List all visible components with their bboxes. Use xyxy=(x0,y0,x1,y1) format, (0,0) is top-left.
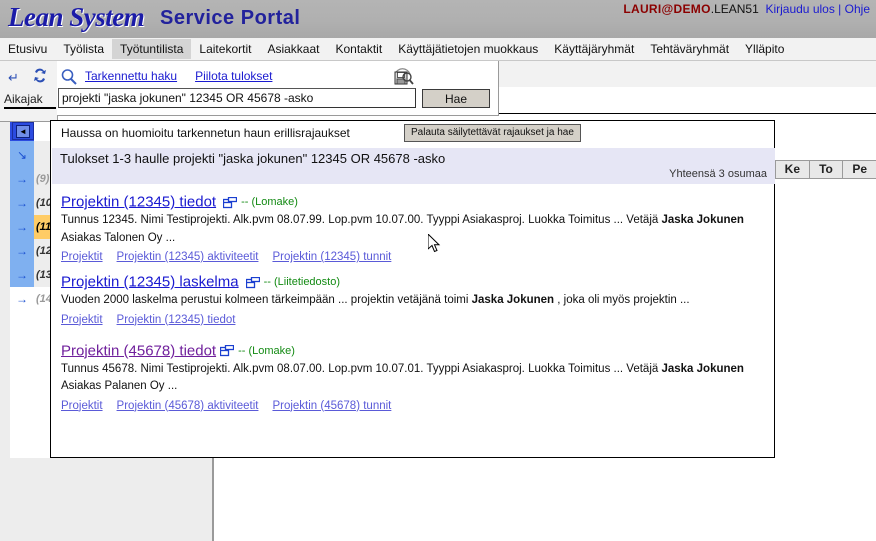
calendar-arrow-row-3[interactable]: → xyxy=(10,215,34,239)
card-window-icon xyxy=(222,196,238,208)
card-window-icon xyxy=(245,276,260,288)
day-header-to[interactable]: To xyxy=(808,160,843,179)
link-separator: | xyxy=(838,2,842,16)
result-snippet-highlight: Jaska Jokunen xyxy=(661,214,744,226)
save-search-icon[interactable] xyxy=(392,64,414,86)
help-link[interactable]: Ohje xyxy=(845,2,870,16)
result-links: Projektit Projektin (12345) tiedot xyxy=(61,314,774,326)
search-input[interactable] xyxy=(58,88,416,108)
advanced-search-link[interactable]: Tarkennettu haku xyxy=(85,69,177,83)
calendar-arrow-row-6[interactable]: → xyxy=(10,287,34,311)
collapse-left-glyph: ◄ xyxy=(16,125,30,138)
nav-item-tehtavaryhmat[interactable]: Tehtäväryhmät xyxy=(642,39,737,59)
result-item: Projektin (12345) tiedot -- (Lomake) Tunn… xyxy=(51,187,774,267)
calendar-arrow-row-1[interactable]: → xyxy=(10,167,34,191)
nav-item-yllapito[interactable]: Ylläpito xyxy=(737,39,792,59)
calendar-collapse-bar[interactable]: ◄ xyxy=(10,120,34,141)
app-title: Service Portal xyxy=(160,7,301,29)
result-snippet-line2: Asiakas Palanen Oy ... xyxy=(61,380,178,393)
result-snippet-line2: Asiakas Talonen Oy ... xyxy=(61,231,176,244)
popup-hint-text: Haussa on huomioitu tarkennetun haun eri… xyxy=(61,126,350,140)
results-summary-bar: Tulokset 1-3 haulle projekti "jaska joku… xyxy=(52,148,775,184)
refresh-icon[interactable] xyxy=(32,68,48,86)
popup-hint-row: Haussa on huomioitu tarkennetun haun eri… xyxy=(51,121,774,145)
nav-item-kayttajatietojen-muokkaus[interactable]: Käyttäjätietojen muokkaus xyxy=(390,39,546,59)
result-snippet-highlight: Jaska Jokunen xyxy=(661,362,744,375)
result-title-link[interactable]: Projektin (12345) laskelma xyxy=(61,273,239,290)
bottom-left-panel xyxy=(0,458,214,541)
user-session-bar: LAURI@DEMO.LEAN51 Kirjaudu ulos | Ohje xyxy=(623,2,870,16)
save-search-glyph xyxy=(394,68,414,85)
nav-item-asiakkaat[interactable]: Asiakkaat xyxy=(259,39,327,59)
result-snippet-pre: Vuoden 2000 laskelma perustui kolmeen tä… xyxy=(61,294,472,307)
nav-item-etusivu[interactable]: Etusivu xyxy=(0,39,55,59)
user-domain: .LEAN51 xyxy=(710,2,759,16)
nav-item-tyolista[interactable]: Työlista xyxy=(55,39,112,59)
total-hits-text: Yhteensä 3 osumaa xyxy=(669,168,767,180)
result-link-projektit[interactable]: Projektit xyxy=(61,314,103,326)
nav-item-tyotuntilista[interactable]: Työtuntilista xyxy=(112,39,192,59)
refresh-glyph xyxy=(34,68,46,83)
result-link-tunnit[interactable]: Projektin (12345) tunnit xyxy=(272,251,391,263)
calendar-arrow-row-5[interactable]: → xyxy=(10,263,34,287)
result-title-link[interactable]: Projektin (12345) tiedot xyxy=(61,193,216,210)
day-header-row: Ke To Pe xyxy=(775,160,876,179)
result-link-tiedot[interactable]: Projektin (12345) tiedot xyxy=(117,314,236,326)
search-results-popup: Haussa on huomioitu tarkennetun haun eri… xyxy=(50,120,775,458)
result-links: Projektit Projektin (12345) aktiviteetit P… xyxy=(61,251,774,263)
sidebar-background-upper xyxy=(0,121,10,287)
search-submit-button[interactable]: Hae xyxy=(422,89,490,108)
result-links: Projektit Projektin (45678) aktiviteetit P… xyxy=(61,400,774,412)
result-snippet: Tunnus 45678. Nimi Testiprojekti. Alk.pv… xyxy=(61,362,774,378)
results-summary-text: Tulokset 1-3 haulle projekti "jaska joku… xyxy=(60,151,446,166)
result-link-projektit[interactable]: Projektit xyxy=(61,251,103,263)
result-item: Projektin (45678) tiedot -- (Lomake) Tunn… xyxy=(51,330,774,416)
result-type-label: -- (Liitetiedosto) xyxy=(263,275,341,288)
result-title-link[interactable]: Projektin (45678) tiedot xyxy=(61,342,216,359)
result-item: Projektin (12345) laskelma -- (Liitetiedo… xyxy=(51,267,774,330)
result-snippet-pre: Tunnus 12345. Nimi Testiprojekti. Alk.pv… xyxy=(61,214,662,226)
logout-link[interactable]: Kirjaudu ulos xyxy=(765,2,834,16)
result-link-tunnit[interactable]: Projektin (45678) tunnit xyxy=(272,400,391,412)
result-snippet-highlight: Jaska Jokunen xyxy=(471,294,555,307)
result-snippet-pre: Tunnus 45678. Nimi Testiprojekti. Alk.pv… xyxy=(61,362,662,375)
card-window-icon xyxy=(219,344,235,357)
day-header-pe[interactable]: Pe xyxy=(842,160,876,179)
day-header-ke[interactable]: Ke xyxy=(775,160,809,179)
mouse-cursor xyxy=(427,232,442,254)
nav-item-laitekortit[interactable]: Laitekortit xyxy=(191,39,259,59)
search-icon xyxy=(60,68,78,86)
hide-results-link[interactable]: Piilota tulokset xyxy=(195,69,272,83)
nav-item-kontaktit[interactable]: Kontaktit xyxy=(327,39,390,59)
collapse-left-icon[interactable]: ◄ xyxy=(12,122,34,140)
nav-item-kayttajaryhmat[interactable]: Käyttäjäryhmät xyxy=(546,39,642,59)
search-glyph xyxy=(61,69,77,85)
result-snippet: Tunnus 12345. Nimi Testiprojekti. Alk.pv… xyxy=(61,213,774,229)
result-link-aktiviteetit[interactable]: Projektin (12345) aktiviteetit xyxy=(117,251,259,263)
calendar-arrow-row-2[interactable]: → xyxy=(10,191,34,215)
calendar-arrow-row-0[interactable]: ↘ xyxy=(10,143,34,167)
result-snippet-post: , joka oli myös projektin ... xyxy=(554,294,690,307)
user-id: LAURI@DEMO xyxy=(623,2,711,16)
calendar-arrow-row-4[interactable]: → xyxy=(10,239,34,263)
restore-filters-button[interactable]: Palauta säilytettävät rajaukset ja hae xyxy=(404,124,581,142)
app-root: ◄ ↘ → → → → → → (9) (10) (11) (12) (13) … xyxy=(0,0,876,541)
result-link-aktiviteetit[interactable]: Projektin (45678) aktiviteetit xyxy=(117,400,259,412)
result-link-projektit[interactable]: Projektit xyxy=(61,400,103,412)
period-label: Aikajak xyxy=(4,92,56,109)
grid-header-strip xyxy=(498,61,876,88)
result-type-label: -- (Lomake) xyxy=(241,195,298,208)
nav-list: Etusivu Työlista Työtuntilista Laitekort… xyxy=(0,38,792,60)
search-links: Tarkennettu haku Piilota tulokset xyxy=(85,69,290,83)
main-navigation: Etusivu Työlista Työtuntilista Laitekort… xyxy=(0,38,876,61)
app-banner: Lean System Service Portal LAURI@DEMO.LE… xyxy=(0,0,876,38)
result-snippet: Vuoden 2000 laskelma perustui kolmeen tä… xyxy=(61,293,774,309)
sidebar-background-lower xyxy=(0,287,10,458)
results-list: Projektin (12345) tiedot -- (Lomake) Tunn… xyxy=(51,187,774,416)
app-logo: Lean System xyxy=(8,2,145,32)
back-arrow-icon[interactable]: ↵ xyxy=(8,70,19,86)
result-type-label: -- (Lomake) xyxy=(238,344,295,357)
grid-body-strip xyxy=(498,87,876,114)
cursor-arrow-icon xyxy=(427,232,441,253)
